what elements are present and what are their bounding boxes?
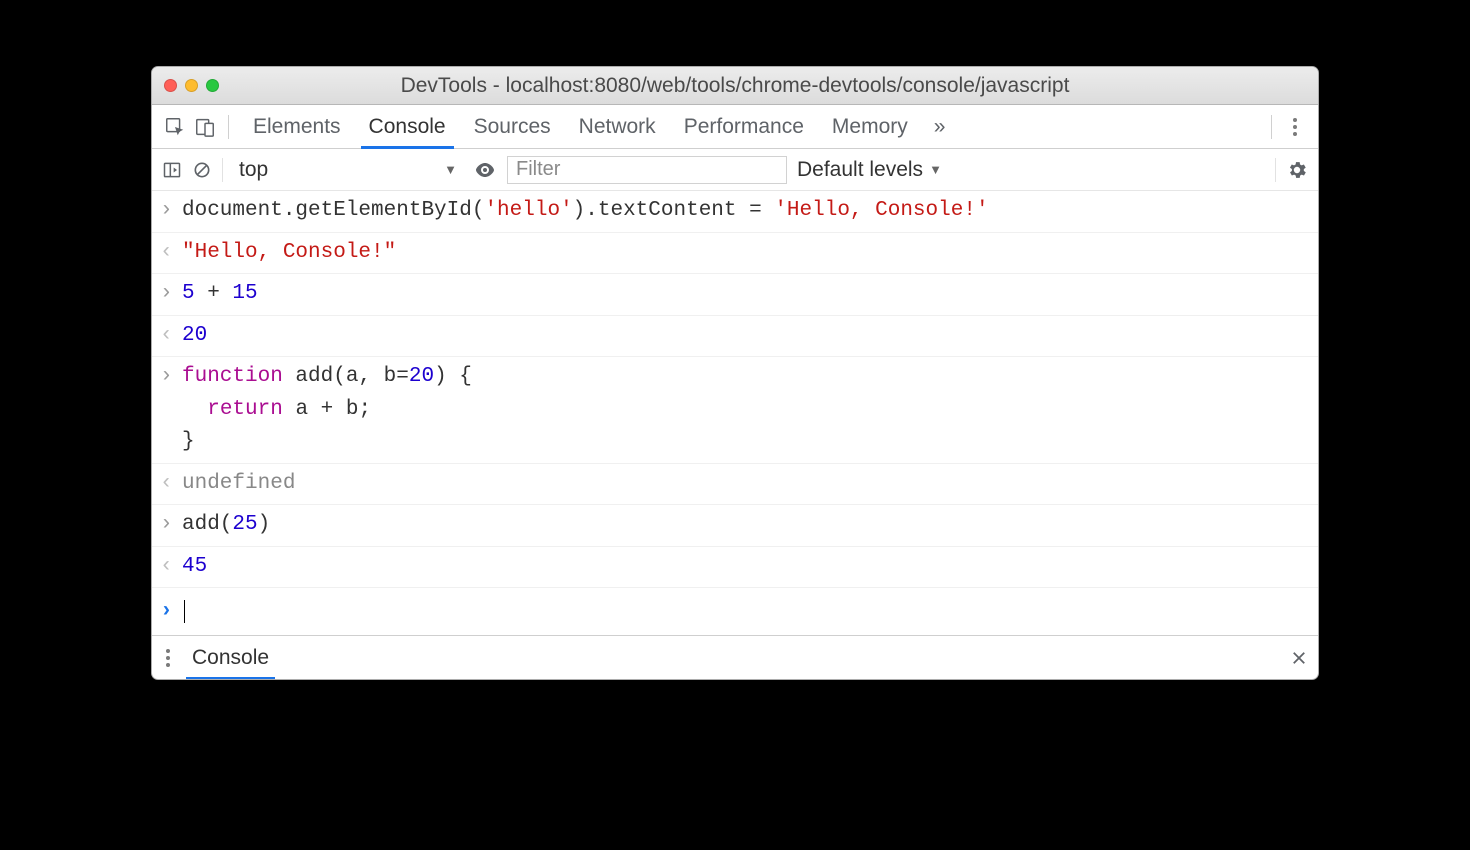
output-chevron-icon <box>160 318 182 353</box>
more-options-button[interactable] <box>1282 114 1308 140</box>
console-output-row: 20 <box>152 316 1318 358</box>
console-input-row: function add(a, b=20) { return a + b; } <box>152 357 1318 464</box>
console-output-row: 45 <box>152 547 1318 589</box>
drawer-menu-button[interactable] <box>162 645 174 671</box>
tab-performance[interactable]: Performance <box>670 105 818 148</box>
console-settings-icon[interactable] <box>1286 159 1308 181</box>
console-prompt[interactable] <box>152 588 1318 635</box>
code-text: add(25) <box>182 507 270 544</box>
device-toolbar-icon[interactable] <box>192 114 218 140</box>
code-text: 20 <box>182 318 207 355</box>
toolbar-divider <box>228 115 229 139</box>
prompt-chevron-icon <box>160 594 182 629</box>
tab-network[interactable]: Network <box>565 105 670 148</box>
kebab-icon <box>162 645 174 671</box>
overflow-chevron-icon: » <box>934 115 946 139</box>
minimize-window-button[interactable] <box>185 79 198 92</box>
live-expression-icon[interactable] <box>473 158 497 182</box>
panel-tabs: ElementsConsoleSourcesNetworkPerformance… <box>239 105 922 148</box>
input-chevron-icon <box>160 276 182 311</box>
titlebar[interactable]: DevTools - localhost:8080/web/tools/chro… <box>152 67 1318 105</box>
main-toolbar: ElementsConsoleSourcesNetworkPerformance… <box>152 105 1318 149</box>
console-input-row: 5 + 15 <box>152 274 1318 316</box>
filter-input[interactable] <box>507 156 787 184</box>
levels-label: Default levels <box>797 158 923 182</box>
tab-console[interactable]: Console <box>355 105 460 148</box>
dropdown-triangle-icon: ▼ <box>929 162 942 177</box>
code-text: 45 <box>182 549 207 586</box>
input-chevron-icon <box>160 359 182 394</box>
text-caret <box>184 600 185 623</box>
console-output-row: undefined <box>152 464 1318 506</box>
output-chevron-icon <box>160 466 182 501</box>
code-text: document.getElementById('hello').textCon… <box>182 193 989 230</box>
output-chevron-icon <box>160 235 182 270</box>
window-title: DevTools - localhost:8080/web/tools/chro… <box>152 67 1318 104</box>
drawer-tab-console[interactable]: Console <box>186 636 275 680</box>
tab-sources[interactable]: Sources <box>460 105 565 148</box>
tab-memory[interactable]: Memory <box>818 105 922 148</box>
tab-elements[interactable]: Elements <box>239 105 355 148</box>
clear-console-icon[interactable] <box>192 160 212 180</box>
window-controls <box>164 79 219 92</box>
close-window-button[interactable] <box>164 79 177 92</box>
overflow-tabs-button[interactable]: » <box>926 105 954 148</box>
context-label: top <box>239 158 268 182</box>
kebab-icon <box>1289 114 1301 140</box>
toggle-console-sidebar-icon[interactable] <box>162 160 182 180</box>
log-levels-selector[interactable]: Default levels ▼ <box>797 158 942 182</box>
devtools-window: DevTools - localhost:8080/web/tools/chro… <box>151 66 1319 680</box>
code-text: 5 + 15 <box>182 276 258 313</box>
code-text: function add(a, b=20) { return a + b; } <box>182 359 472 461</box>
console-output-row: "Hello, Console!" <box>152 233 1318 275</box>
code-text: "Hello, Console!" <box>182 235 396 272</box>
console-input-row: document.getElementById('hello').textCon… <box>152 191 1318 233</box>
close-drawer-button[interactable] <box>1290 649 1308 667</box>
zoom-window-button[interactable] <box>206 79 219 92</box>
toolbar-divider <box>1271 115 1272 139</box>
drawer: Console <box>152 635 1318 679</box>
output-chevron-icon <box>160 549 182 584</box>
console-output[interactable]: document.getElementById('hello').textCon… <box>152 191 1318 635</box>
inspect-element-icon[interactable] <box>162 114 188 140</box>
console-toolbar: top ▼ Default levels ▼ <box>152 149 1318 191</box>
input-chevron-icon <box>160 507 182 542</box>
dropdown-triangle-icon: ▼ <box>444 162 457 177</box>
execution-context-selector[interactable]: top ▼ <box>233 156 463 184</box>
input-chevron-icon <box>160 193 182 228</box>
code-text: undefined <box>182 466 295 503</box>
console-input-row: add(25) <box>152 505 1318 547</box>
